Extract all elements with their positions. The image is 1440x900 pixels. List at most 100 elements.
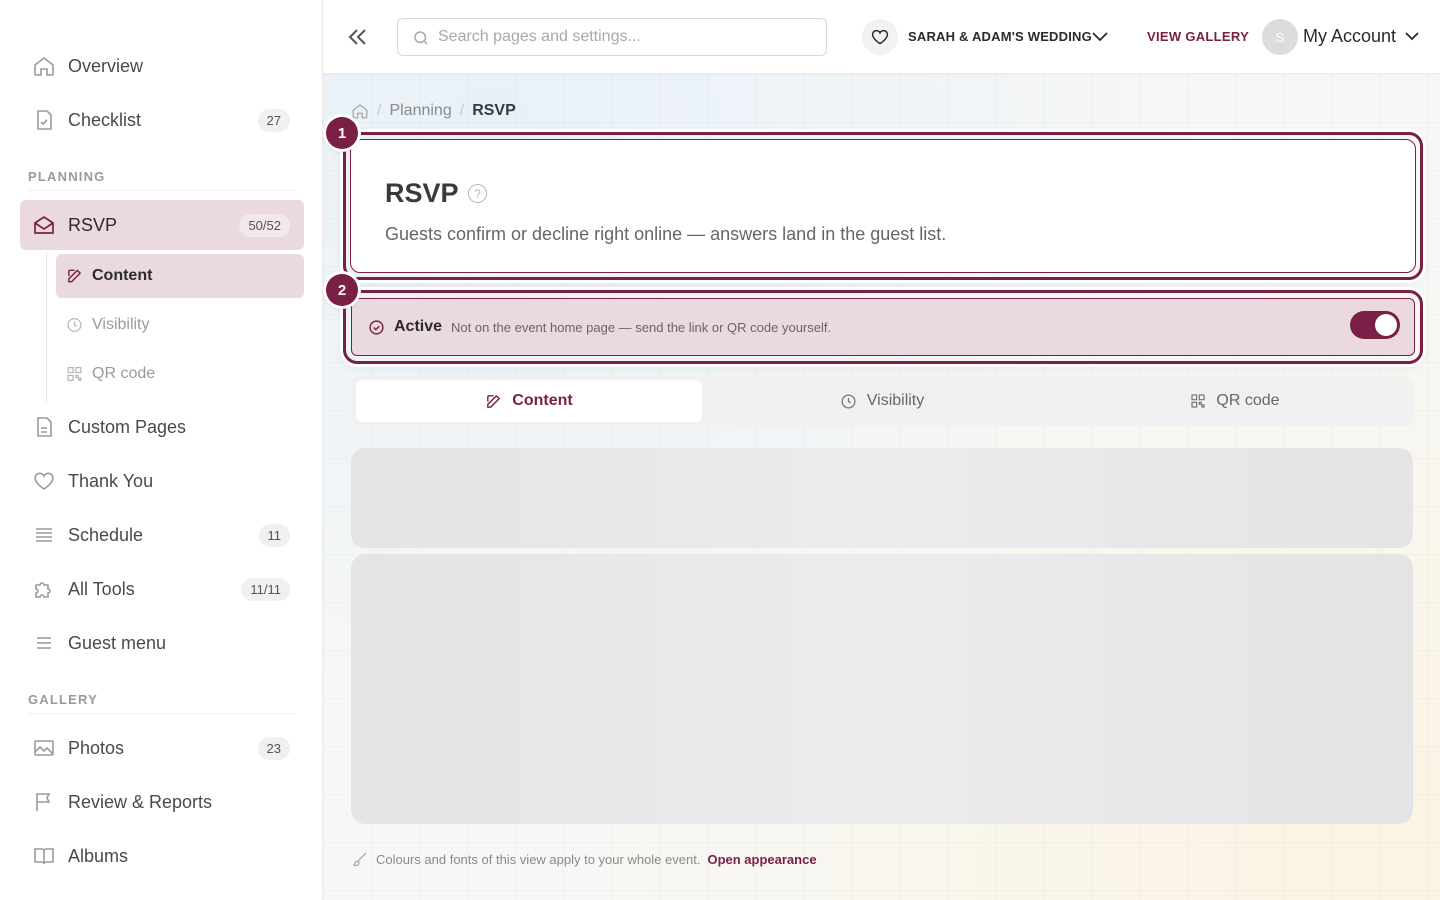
loading-skeleton — [351, 448, 1413, 548]
breadcrumb-planning[interactable]: Planning — [389, 102, 451, 120]
open-appearance-link[interactable]: Open appearance — [707, 852, 816, 867]
sidebar-item-label: All Tools — [68, 578, 135, 599]
toggle-knob — [1375, 314, 1397, 336]
breadcrumb-separator: / — [459, 102, 465, 119]
appearance-note-text: Colours and fonts of this view apply to … — [376, 851, 701, 867]
status-bar: Active Not on the event home page — send… — [351, 298, 1415, 356]
count-badge: 50/52 — [239, 213, 290, 237]
tab-qr-code[interactable]: QR code — [1062, 380, 1408, 422]
sidebar-item-label: Thank You — [68, 470, 154, 491]
count-badge: 27 — [257, 108, 290, 132]
list-icon — [36, 528, 52, 542]
count-badge: 11 — [258, 523, 290, 547]
divider — [28, 713, 296, 714]
topbar: SARAH & ADAM'S WEDDING VIEW GALLERY S My… — [323, 0, 1440, 74]
sidebar-item-label: Review & Reports — [68, 791, 213, 812]
puzzle-icon — [35, 582, 51, 598]
sidebar-subitem-qr-code[interactable]: QR code — [56, 352, 304, 396]
page-icon — [37, 417, 52, 437]
sidebar-item-overview[interactable]: Overview — [20, 41, 304, 91]
status-label: Active — [394, 318, 443, 335]
search-box[interactable] — [397, 18, 827, 56]
sidebar-item-label: Guest menu — [68, 632, 167, 653]
section-title-gallery: GALLERY — [28, 692, 99, 707]
page-description: Guests confirm or decline right online —… — [385, 224, 947, 244]
sidebar-subitem-label: Content — [92, 267, 153, 284]
sidebar-item-label: Custom Pages — [68, 416, 187, 437]
breadcrumb-separator: / — [377, 102, 382, 119]
count-badge: 23 — [257, 736, 290, 760]
sidebar: Overview Checklist 27 PLANNING RSVP 50/5… — [0, 0, 323, 900]
chevron-down-icon[interactable] — [1404, 29, 1420, 43]
page-header-highlight: RSVP ? Guests confirm or decline right o… — [343, 132, 1423, 280]
sidebar-item-review-reports[interactable]: Review & Reports — [20, 777, 304, 827]
sidebar-item-label: Checklist — [68, 109, 142, 130]
clock-icon — [841, 393, 856, 409]
sidebar-item-all-tools[interactable]: All Tools 11/11 — [20, 564, 304, 614]
collapse-sidebar-icon[interactable] — [343, 22, 371, 52]
main-content: / Planning / RSVP RSVP ? Guests confirm … — [323, 74, 1440, 900]
sidebar-item-rsvp[interactable]: RSVP 50/52 — [20, 200, 304, 250]
sidebar-item-thank-you[interactable]: Thank You — [20, 456, 304, 506]
sidebar-subitem-visibility[interactable]: Visibility — [56, 303, 304, 347]
event-selector[interactable]: SARAH & ADAM'S WEDDING — [908, 29, 1092, 44]
subnav-line — [46, 252, 47, 402]
sidebar-item-label: Overview — [68, 55, 144, 76]
book-icon — [34, 848, 54, 865]
help-icon[interactable]: ? — [468, 184, 487, 203]
page-header-card: RSVP ? Guests confirm or decline right o… — [350, 139, 1416, 273]
sidebar-subitem-label: Visibility — [92, 316, 150, 333]
sidebar-item-label: Albums — [68, 845, 129, 866]
step-badge-1: 1 — [326, 117, 358, 149]
search-input[interactable] — [438, 19, 818, 55]
view-gallery-link[interactable]: VIEW GALLERY — [1147, 29, 1249, 44]
section-title-planning: PLANNING — [28, 169, 106, 184]
divider — [28, 190, 296, 191]
tab-bar: Content Visibility QR code — [351, 376, 1413, 426]
status-text: Not on the event home page — send the li… — [451, 320, 832, 335]
appearance-note: Colours and fonts of this view apply to … — [351, 850, 817, 868]
sidebar-item-checklist[interactable]: Checklist 27 — [20, 95, 304, 145]
breadcrumb-current: RSVP — [472, 102, 516, 119]
checklist-icon — [37, 110, 52, 130]
sidebar-subitem-label: QR code — [92, 365, 156, 382]
sidebar-item-guest-menu[interactable]: Guest menu — [20, 618, 304, 668]
account-menu[interactable]: My Account — [1303, 26, 1396, 47]
qr-icon — [1191, 394, 1206, 408]
clock-icon — [67, 318, 82, 332]
chevron-down-icon[interactable] — [1091, 29, 1109, 45]
event-heart — [862, 19, 898, 55]
sidebar-subitem-content[interactable]: Content — [56, 254, 304, 298]
breadcrumb: / Planning / RSVP — [351, 102, 516, 120]
heart-icon — [871, 29, 889, 45]
tab-visibility[interactable]: Visibility — [709, 380, 1055, 422]
tab-content[interactable]: Content — [356, 380, 702, 422]
status-highlight: Active Not on the event home page — send… — [343, 290, 1423, 364]
tab-label: Content — [512, 392, 573, 409]
tab-label: Visibility — [866, 392, 925, 409]
sidebar-item-label: RSVP — [68, 214, 118, 235]
home-icon[interactable] — [351, 102, 369, 120]
sidebar-item-label: Schedule — [68, 524, 144, 545]
sidebar-item-albums[interactable]: Albums — [20, 831, 304, 881]
check-circle-icon — [369, 320, 384, 335]
envelope-open-icon — [34, 215, 54, 234]
sidebar-item-custom-pages[interactable]: Custom Pages — [20, 402, 304, 452]
sidebar-item-label: Photos — [68, 737, 125, 758]
image-icon — [34, 740, 54, 756]
search-icon — [414, 31, 428, 45]
flag-icon — [36, 793, 51, 811]
sidebar-item-photos[interactable]: Photos 23 — [20, 723, 304, 773]
page-title: RSVP — [385, 178, 459, 208]
edit-icon — [68, 269, 82, 283]
edit-icon — [487, 394, 501, 408]
avatar[interactable]: S — [1262, 19, 1298, 55]
loading-skeleton — [351, 554, 1413, 824]
home-icon — [34, 56, 54, 76]
step-badge-2: 2 — [326, 274, 358, 306]
heart-icon — [34, 472, 54, 490]
active-toggle[interactable] — [1350, 311, 1400, 339]
count-badge: 11/11 — [241, 577, 290, 601]
sidebar-item-schedule[interactable]: Schedule 11 — [20, 510, 304, 560]
menu-icon — [37, 637, 51, 649]
